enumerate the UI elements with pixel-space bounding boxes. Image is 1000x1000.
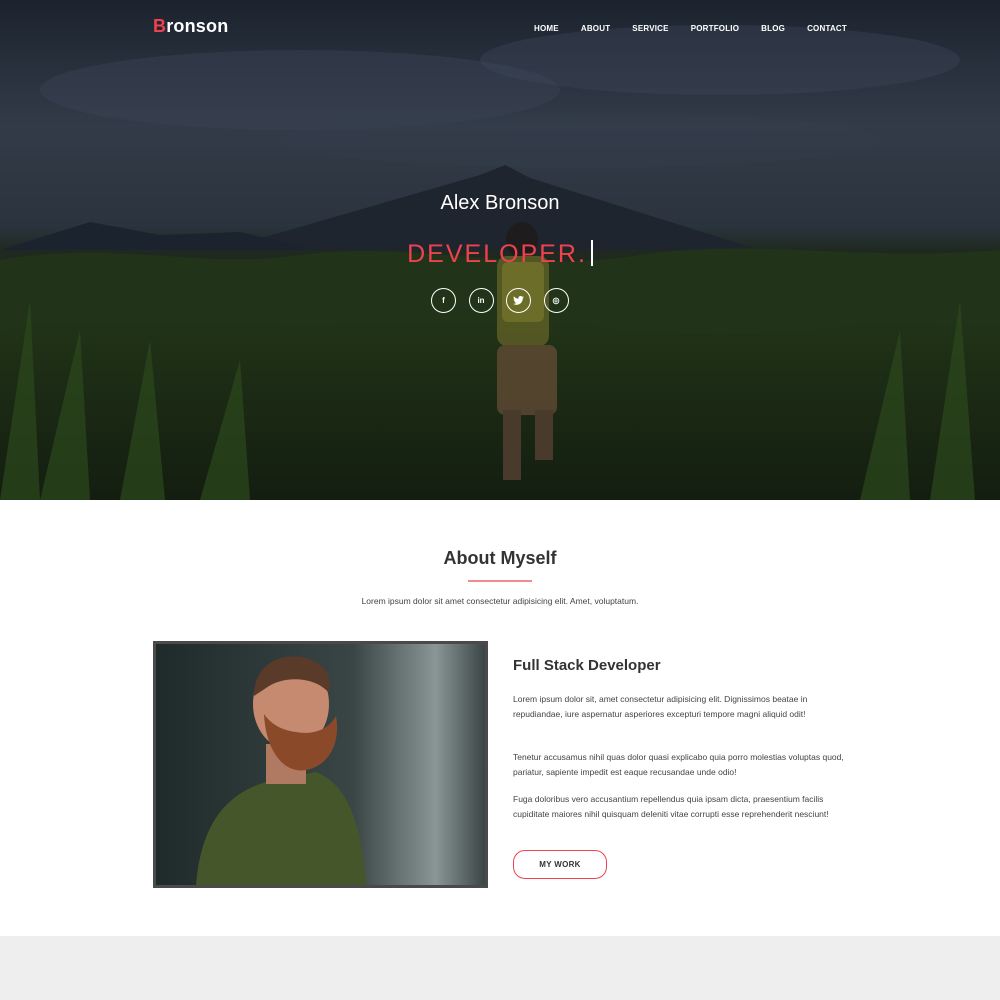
- about-heading: Full Stack Developer: [513, 657, 661, 674]
- twitter-bird-glyph: [513, 296, 524, 305]
- next-section-band: [0, 936, 1000, 1000]
- nav-link-home[interactable]: HOME: [534, 24, 559, 33]
- linkedin-icon[interactable]: in: [468, 288, 494, 313]
- about-paragraph-1: Lorem ipsum dolor sit, amet consectetur …: [513, 694, 808, 719]
- main-navigation: HOME ABOUT SERVICE PORTFOLIO BLOG CONTAC…: [534, 24, 847, 33]
- brand-logo-text: ronson: [166, 16, 229, 36]
- profile-photo-image: [156, 644, 485, 885]
- facebook-icon[interactable]: f: [431, 288, 456, 313]
- social-links: f in ◎: [431, 288, 569, 313]
- about-section-subtitle: Lorem ipsum dolor sit amet consectetur a…: [361, 596, 639, 606]
- typing-cursor: [590, 240, 593, 266]
- nav-link-blog[interactable]: BLOG: [761, 24, 785, 33]
- hero-section: Bronson HOME ABOUT SERVICE PORTFOLIO BLO…: [0, 0, 1000, 500]
- twitter-icon[interactable]: [506, 288, 531, 313]
- about-paragraph-2: Tenetur accusamus nihil quas dolor quasi…: [513, 752, 844, 777]
- about-section-title: About Myself: [443, 548, 557, 568]
- profile-photo: [153, 641, 488, 888]
- title-underline-divider: [468, 580, 532, 582]
- my-work-button[interactable]: MY WORK: [513, 850, 607, 879]
- hero-role-text: DEVELOPER.: [407, 240, 587, 268]
- about-paragraph-3: Fuga doloribus vero accusantium repellen…: [513, 794, 829, 819]
- nav-link-contact[interactable]: CONTACT: [807, 24, 847, 33]
- hero-name: Alex Bronson: [440, 192, 560, 214]
- nav-link-portfolio[interactable]: PORTFOLIO: [691, 24, 739, 33]
- nav-link-service[interactable]: SERVICE: [632, 24, 668, 33]
- hero-role-line: DEVELOPER.: [0, 240, 1000, 269]
- brand-logo[interactable]: Bronson: [153, 16, 228, 37]
- nav-link-about[interactable]: ABOUT: [581, 24, 610, 33]
- dribbble-icon[interactable]: ◎: [543, 288, 569, 313]
- brand-logo-accent-letter: B: [153, 16, 167, 36]
